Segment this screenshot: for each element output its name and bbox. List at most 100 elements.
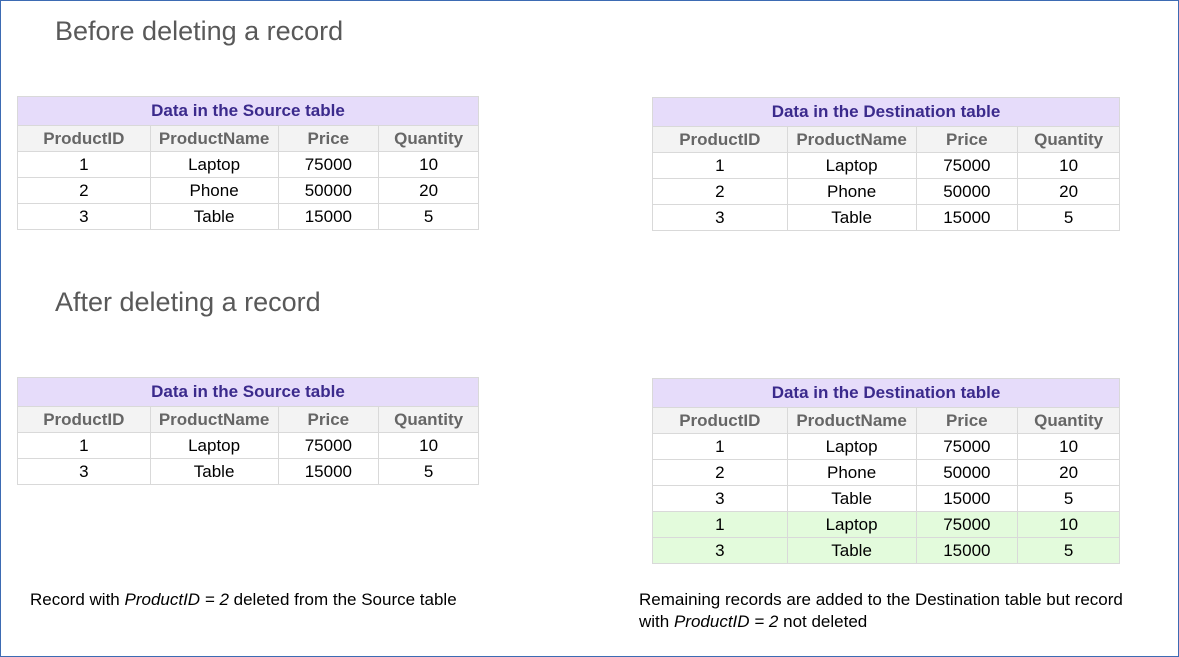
cell: 1 — [17, 151, 151, 178]
table-title: Data in the Destination table — [652, 378, 1120, 408]
cell: 3 — [652, 204, 788, 231]
cell: 50000 — [915, 178, 1019, 205]
cell: 3 — [17, 458, 151, 485]
table-row: 1 Laptop 75000 10 — [652, 152, 1120, 179]
before-heading: Before deleting a record — [55, 16, 344, 46]
column-header: ProductName — [149, 406, 279, 433]
cell: Table — [149, 203, 279, 230]
cell: 15000 — [277, 203, 380, 230]
cell: Laptop — [149, 432, 279, 459]
cell: Laptop — [786, 433, 917, 460]
column-header: ProductID — [17, 406, 151, 433]
column-header: Price — [915, 126, 1019, 153]
column-header: ProductName — [786, 126, 917, 153]
caption-field: ProductID = 2 — [124, 590, 229, 609]
column-header: Price — [915, 407, 1019, 434]
cell: 1 — [17, 432, 151, 459]
table-row: 3 Table 15000 5 — [652, 485, 1120, 512]
cell: 3 — [652, 485, 788, 512]
caption-text: Record with — [30, 590, 125, 609]
table-row: 2 Phone 50000 20 — [652, 459, 1120, 486]
table-row: 3 Table 15000 5 — [17, 458, 479, 485]
before-source-table: Data in the Source table ProductID Produ… — [17, 96, 479, 230]
left-caption: Record with ProductID = 2 deleted from t… — [30, 589, 457, 611]
caption-text: not deleted — [778, 612, 868, 631]
cell: 5 — [1017, 485, 1120, 512]
cell: Table — [149, 458, 279, 485]
cell: 5 — [1017, 537, 1120, 564]
cell: Phone — [786, 459, 917, 486]
table-row: 3 Table 15000 5 — [17, 203, 479, 230]
cell: 2 — [17, 177, 151, 204]
cell: 15000 — [915, 485, 1019, 512]
after-heading: After deleting a record — [55, 287, 321, 317]
cell: 75000 — [277, 151, 380, 178]
cell: 1 — [652, 152, 788, 179]
cell: 1 — [652, 433, 788, 460]
column-header: Price — [277, 406, 380, 433]
cell: 5 — [378, 458, 479, 485]
column-header: ProductID — [17, 125, 151, 152]
cell: 3 — [17, 203, 151, 230]
cell: 10 — [1017, 433, 1120, 460]
cell: 20 — [1017, 178, 1120, 205]
column-header: ProductID — [652, 126, 788, 153]
caption-field: ProductID = 2 — [673, 612, 779, 631]
cell: 75000 — [915, 152, 1019, 179]
cell: Laptop — [786, 152, 917, 179]
column-header: Price — [277, 125, 380, 152]
cell: 50000 — [915, 459, 1019, 486]
cell: Laptop — [786, 511, 917, 538]
highlighted-table-row: 3 Table 15000 5 — [652, 537, 1120, 564]
cell: Laptop — [149, 151, 279, 178]
cell: 20 — [378, 177, 479, 204]
cell: 2 — [652, 178, 788, 205]
cell: 10 — [378, 151, 479, 178]
cell: 75000 — [277, 432, 380, 459]
right-caption: Remaining records are added to the Desti… — [639, 589, 1169, 633]
cell: 10 — [1017, 152, 1120, 179]
before-destination-table: Data in the Destination table ProductID … — [652, 97, 1120, 231]
cell: 3 — [652, 537, 788, 564]
cell: 10 — [1017, 511, 1120, 538]
caption-text: with — [639, 612, 674, 631]
table-row: 3 Table 15000 5 — [652, 204, 1120, 231]
cell: Table — [786, 485, 917, 512]
table-row: 1 Laptop 75000 10 — [652, 433, 1120, 460]
cell: 5 — [1017, 204, 1120, 231]
highlighted-table-row: 1 Laptop 75000 10 — [652, 511, 1120, 538]
cell: 15000 — [915, 537, 1019, 564]
column-header: Quantity — [378, 406, 479, 433]
cell: 1 — [652, 511, 788, 538]
table-title: Data in the Source table — [17, 96, 479, 126]
cell: Table — [786, 204, 917, 231]
table-title: Data in the Destination table — [652, 97, 1120, 127]
cell: 10 — [378, 432, 479, 459]
table-row: 1 Laptop 75000 10 — [17, 432, 479, 459]
cell: 15000 — [915, 204, 1019, 231]
table-row: 1 Laptop 75000 10 — [17, 151, 479, 178]
cell: 5 — [378, 203, 479, 230]
cell: 20 — [1017, 459, 1120, 486]
after-source-table: Data in the Source table ProductID Produ… — [17, 377, 479, 485]
column-header: ProductID — [652, 407, 788, 434]
caption-line: Remaining records are added to the Desti… — [639, 590, 1123, 609]
table-row: 2 Phone 50000 20 — [17, 177, 479, 204]
table-row: 2 Phone 50000 20 — [652, 178, 1120, 205]
column-header: ProductName — [149, 125, 279, 152]
cell: Phone — [149, 177, 279, 204]
column-header: ProductName — [786, 407, 917, 434]
cell: Table — [786, 537, 917, 564]
caption-text: deleted from the Source table — [228, 590, 457, 609]
cell: 15000 — [277, 458, 380, 485]
column-header: Quantity — [1017, 407, 1120, 434]
column-header: Quantity — [378, 125, 479, 152]
table-title: Data in the Source table — [17, 377, 479, 407]
after-destination-table: Data in the Destination table ProductID … — [652, 378, 1120, 564]
cell: 50000 — [277, 177, 380, 204]
cell: 2 — [652, 459, 788, 486]
cell: 75000 — [915, 511, 1019, 538]
cell: 75000 — [915, 433, 1019, 460]
column-header: Quantity — [1017, 126, 1120, 153]
cell: Phone — [786, 178, 917, 205]
